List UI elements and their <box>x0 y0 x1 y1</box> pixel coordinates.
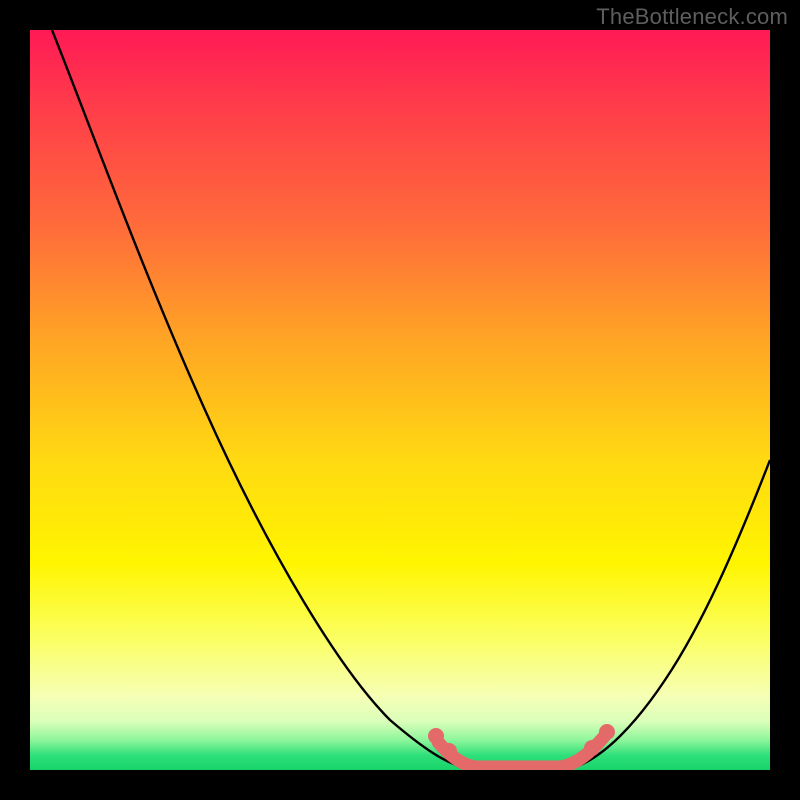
curve-trough-highlight <box>438 732 608 767</box>
plot-area <box>30 30 770 770</box>
curve-left-arm <box>52 30 460 766</box>
watermark-text: TheBottleneck.com <box>596 4 788 30</box>
curve-right-arm <box>578 460 770 766</box>
chart-frame: TheBottleneck.com <box>0 0 800 800</box>
curve-layer <box>30 30 770 770</box>
trough-dots <box>428 724 615 759</box>
